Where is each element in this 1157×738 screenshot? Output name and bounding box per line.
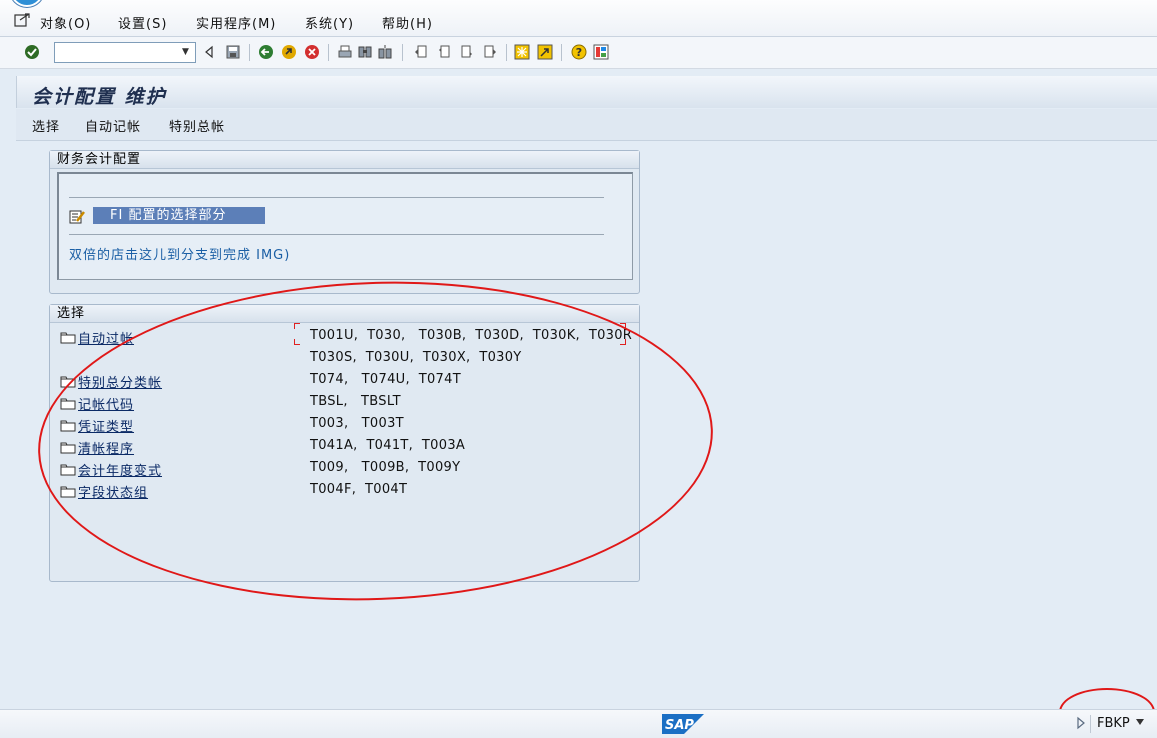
create-session-icon[interactable] <box>514 44 530 60</box>
fi-config-panel: FI 配置的选择部分 双倍的店击这儿到分支到完成 IMG) <box>57 172 633 280</box>
auto-posting-tables-cont: T030S, T030U, T030X, T030Y <box>310 350 522 365</box>
clearing-procedures-link[interactable]: 清帐程序 <box>78 438 134 457</box>
folder-icon <box>60 398 76 410</box>
find-next-icon[interactable] <box>377 44 393 60</box>
svg-text:?: ? <box>576 46 582 59</box>
appbar-auto-posting-button[interactable]: 自动记帐 <box>85 116 141 135</box>
menu-help[interactable]: 帮助(H) <box>382 13 433 32</box>
fi-config-group-title: 财务会计配置 <box>50 151 639 169</box>
folder-icon <box>60 464 76 476</box>
cancel-icon[interactable] <box>304 44 320 60</box>
selection-row-document-types: 凭证类型 T003, T003T <box>60 415 640 435</box>
appbar-select-button[interactable]: 选择 <box>32 116 60 135</box>
toolbar-separator <box>249 44 250 61</box>
document-types-link[interactable]: 凭证类型 <box>78 416 134 435</box>
menu-exit-icon[interactable] <box>14 12 30 28</box>
menu-bar: 对象(O) 设置(S) 实用程序(M) 系统(Y) 帮助(H) <box>0 0 1157 37</box>
sap-app-icon <box>10 0 44 7</box>
title-bar: 会计配置 维护 <box>16 76 1157 108</box>
status-bar: SAP FBKP <box>0 709 1157 738</box>
clearing-procedures-tables: T041A, T041T, T003A <box>310 438 466 453</box>
focus-bracket <box>294 323 626 345</box>
command-field[interactable]: ▼ <box>54 42 196 63</box>
exit-icon[interactable] <box>281 44 297 60</box>
application-toolbar: 选择 自动记帐 特别总帐 <box>16 109 1157 141</box>
help-icon[interactable]: ? <box>571 44 587 60</box>
next-page-icon[interactable] <box>459 44 475 60</box>
layout-icon[interactable] <box>593 44 609 60</box>
selection-row-clearing-procedures: 清帐程序 T041A, T041T, T003A <box>60 437 640 457</box>
selection-row-posting-keys: 记帐代码 TBSL, TBSLT <box>60 393 640 413</box>
edit-note-icon <box>69 210 85 224</box>
folder-icon <box>60 486 76 498</box>
first-page-icon[interactable] <box>413 44 429 60</box>
posting-keys-tables: TBSL, TBSLT <box>310 394 401 409</box>
selection-row-fiscal-year-variant: 会计年度变式 T009, T009B, T009Y <box>60 459 640 479</box>
main-area: 会计配置 维护 选择 自动记帐 特别总帐 财务会计配置 FI 配置的选择部分 双… <box>0 69 1157 709</box>
menu-utilities[interactable]: 实用程序(M) <box>196 13 276 32</box>
enter-check-icon[interactable] <box>24 44 40 60</box>
fiscal-year-variant-tables: T009, T009B, T009Y <box>310 460 461 475</box>
command-dropdown-icon[interactable]: ▼ <box>178 44 193 61</box>
img-hint-text: 双倍的店击这儿到分支到完成 IMG) <box>69 248 291 263</box>
menu-object[interactable]: 对象(O) <box>40 13 91 32</box>
print-icon[interactable] <box>337 44 353 60</box>
selection-row-special-gl: 特别总分类帐 T074, T074U, T074T <box>60 371 640 391</box>
selection-row-field-status-group: 字段状态组 T004F, T004T <box>60 481 640 501</box>
posting-keys-link[interactable]: 记帐代码 <box>78 394 134 413</box>
previous-page-icon[interactable] <box>436 44 452 60</box>
save-icon[interactable] <box>225 44 241 60</box>
auto-posting-link[interactable]: 自动过帐 <box>78 328 134 347</box>
special-gl-link[interactable]: 特别总分类帐 <box>78 372 162 391</box>
toolbar-separator <box>506 44 507 61</box>
folder-icon <box>60 332 76 344</box>
selection-group-title: 选择 <box>50 305 639 323</box>
document-types-tables: T003, T003T <box>310 416 404 431</box>
divider <box>69 197 604 198</box>
status-expand-icon[interactable] <box>1076 716 1086 730</box>
field-status-group-tables: T004F, T004T <box>310 482 408 497</box>
selection-row-auto-posting-cont: T030S, T030U, T030X, T030Y <box>60 349 640 369</box>
toolbar-separator <box>402 44 403 61</box>
fi-config-group: 财务会计配置 FI 配置的选择部分 双倍的店击这儿到分支到完成 IMG) <box>49 150 640 294</box>
fiscal-year-variant-link[interactable]: 会计年度变式 <box>78 460 162 479</box>
back-triangle-icon[interactable] <box>203 44 215 60</box>
svg-text:SAP: SAP <box>665 718 694 733</box>
folder-icon <box>60 376 76 388</box>
page-title: 会计配置 维护 <box>32 86 167 108</box>
folder-icon <box>60 442 76 454</box>
appbar-special-gl-button[interactable]: 特别总帐 <box>169 116 225 135</box>
chevron-down-icon[interactable] <box>1135 718 1145 726</box>
toolbar-separator <box>561 44 562 61</box>
shortcut-icon[interactable] <box>537 44 553 60</box>
toolbar-separator <box>328 44 329 61</box>
last-page-icon[interactable] <box>482 44 498 60</box>
menu-system[interactable]: 系统(Y) <box>305 13 354 32</box>
special-gl-tables: T074, T074U, T074T <box>310 372 461 387</box>
divider <box>69 234 604 235</box>
transaction-code: FBKP <box>1097 716 1130 731</box>
sap-logo: SAP <box>662 714 704 734</box>
fi-config-selection[interactable]: FI 配置的选择部分 <box>93 207 265 224</box>
back-icon[interactable] <box>258 44 274 60</box>
folder-icon <box>60 420 76 432</box>
status-separator <box>1090 715 1091 733</box>
find-icon[interactable] <box>357 44 373 60</box>
menu-settings[interactable]: 设置(S) <box>118 13 167 32</box>
field-status-group-link[interactable]: 字段状态组 <box>78 482 148 501</box>
selection-group: 选择 自动过帐 T001U, T030, T030B, T030D, T030K… <box>49 304 640 582</box>
